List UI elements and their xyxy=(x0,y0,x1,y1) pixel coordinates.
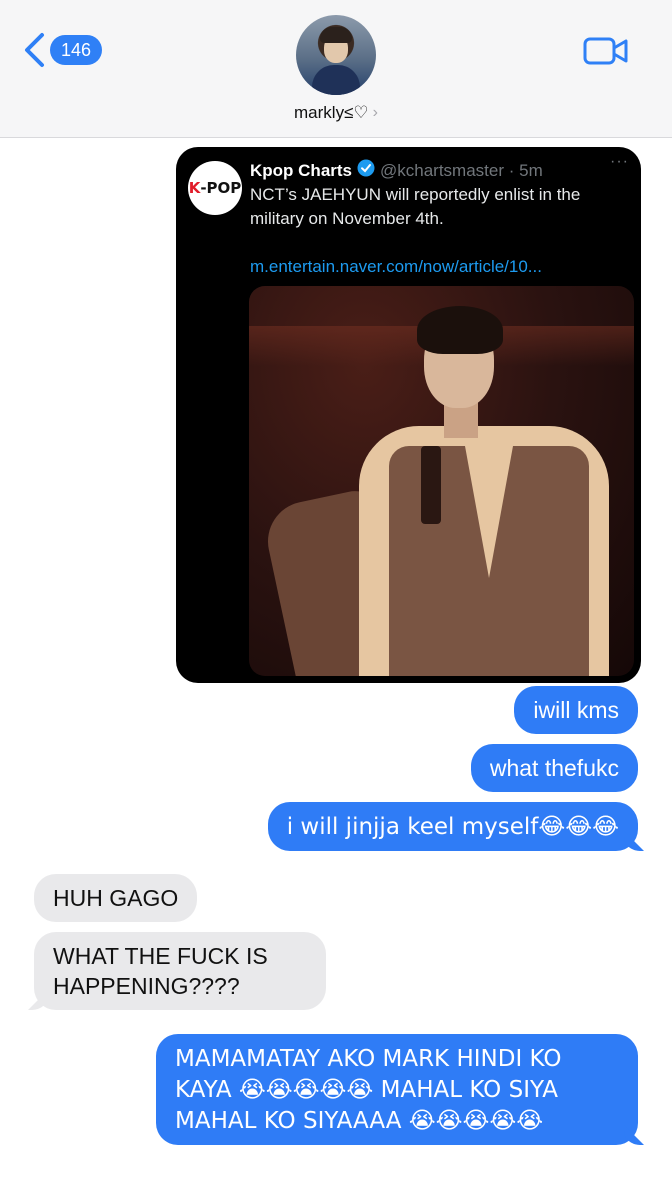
tweet-text: NCT’s JAEHYUN will reportedly enlist in … xyxy=(250,185,581,228)
message-bubble-sent[interactable]: iwill kms xyxy=(514,686,638,734)
message-text: iwill kms xyxy=(533,697,619,723)
facetime-video-button[interactable] xyxy=(583,36,629,71)
logo-k: K xyxy=(188,179,201,197)
tweet-handle-time: @kchartsmaster · 5m xyxy=(380,160,543,180)
message-bubble-received[interactable]: WHAT THE FUCK IS HAPPENING???? xyxy=(34,932,326,1010)
message-text: what thefukc xyxy=(489,755,619,781)
back-button[interactable]: 146 xyxy=(22,32,103,68)
video-camera-icon xyxy=(583,37,629,70)
photo-hair xyxy=(417,306,503,354)
message-text: WHAT THE FUCK IS HAPPENING???? xyxy=(53,943,268,999)
tweet-link: m.entertain.naver.com/now/article/10... xyxy=(250,257,542,276)
contact-name-suffix: ≤♡ xyxy=(344,103,369,122)
tweet-author: Kpop Charts xyxy=(250,160,352,180)
kpop-charts-logo: K -POP xyxy=(188,161,242,215)
verified-badge-icon xyxy=(357,159,375,182)
contact-name: markly xyxy=(294,103,345,122)
chevron-right-icon: › xyxy=(372,104,378,121)
message-bubble-received[interactable]: HUH GAGO xyxy=(34,874,198,922)
message-text: HUH GAGO xyxy=(53,885,179,911)
message-text: MAMAMATAY AKO MARK HINDI KO KAYA 😭😭😭😭😭 M… xyxy=(175,1046,562,1134)
message-text: i will jinjja keel myself😂😂😂 xyxy=(286,814,619,840)
contact-avatar[interactable] xyxy=(296,15,376,95)
photo-tie xyxy=(421,446,441,524)
contact-name-button[interactable]: markly ≤♡ › xyxy=(0,103,672,123)
logo-pop: -POP xyxy=(200,179,242,197)
avatar-hair xyxy=(320,27,352,43)
message-bubble-sent[interactable]: MAMAMATAY AKO MARK HINDI KO KAYA 😭😭😭😭😭 M… xyxy=(156,1034,638,1145)
more-options-icon: ··· xyxy=(610,153,629,170)
tweet-header: Kpop Charts @kchartsmaster · 5m xyxy=(250,159,543,182)
tweet-screenshot-card[interactable]: K -POP Kpop Charts @kchartsmaster · 5m ··… xyxy=(176,147,641,683)
unread-count-badge: 146 xyxy=(50,35,103,65)
message-bubble-sent[interactable]: i will jinjja keel myself😂😂😂 xyxy=(267,802,638,851)
tweet-photo xyxy=(249,286,634,676)
avatar-body xyxy=(312,65,360,95)
conversation-header: 146 markly ≤♡ › xyxy=(0,0,672,138)
message-bubble-sent[interactable]: what thefukc xyxy=(470,744,638,792)
chevron-left-icon xyxy=(22,32,46,68)
